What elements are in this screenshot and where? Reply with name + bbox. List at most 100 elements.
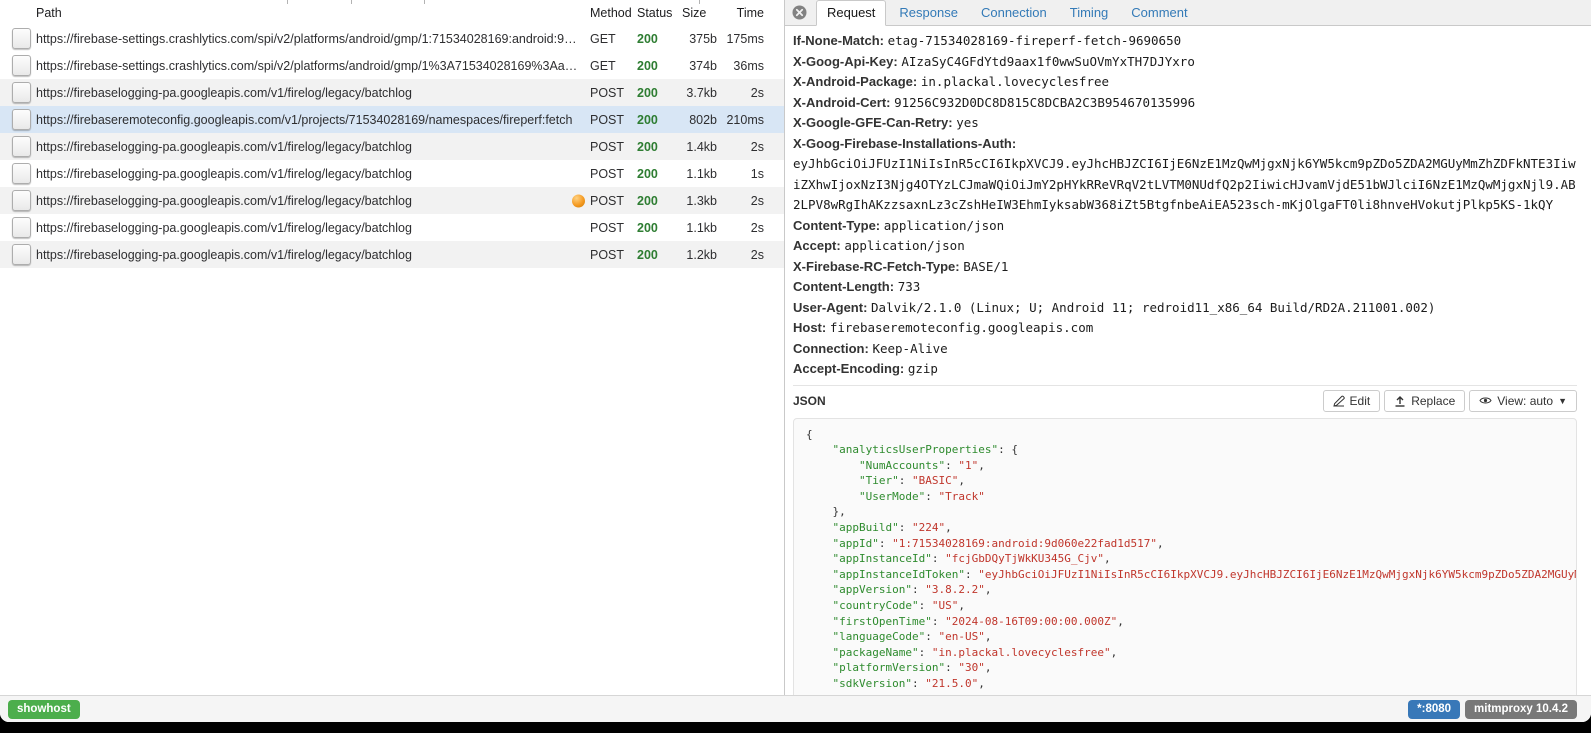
table-row[interactable]: https://firebaselogging-pa.googleapis.co… xyxy=(0,79,784,106)
table-row[interactable]: https://firebaselogging-pa.googleapis.co… xyxy=(0,133,784,160)
header-line: X-Firebase-RC-Fetch-Type: BASE/1 xyxy=(793,257,1577,278)
json-string: "21.5.0" xyxy=(925,677,978,690)
flow-size: 802b xyxy=(676,113,722,127)
json-string: "in.plackal.lovecyclesfree" xyxy=(932,646,1111,659)
flow-icon-cell xyxy=(0,55,36,76)
version-badge: mitmproxy 10.4.2 xyxy=(1465,700,1577,719)
table-row[interactable]: https://firebase-settings.crashlytics.co… xyxy=(0,52,784,79)
mitmweb-window: Path Method Status Size Time https://fir… xyxy=(0,0,1591,722)
column-header-method[interactable]: Method xyxy=(585,6,632,20)
table-row[interactable]: https://firebaselogging-pa.googleapis.co… xyxy=(0,214,784,241)
close-icon[interactable] xyxy=(792,5,807,20)
header-name: Content-Length: xyxy=(793,279,894,294)
flow-size: 374b xyxy=(676,59,722,73)
tab-timing[interactable]: Timing xyxy=(1060,1,1119,25)
flow-time: 36ms xyxy=(722,59,784,73)
table-row[interactable]: https://firebaselogging-pa.googleapis.co… xyxy=(0,241,784,268)
flow-status: 200 xyxy=(632,59,676,73)
flow-size: 375b xyxy=(676,32,722,46)
json-key: "appVersion" xyxy=(833,583,912,596)
header-line: X-Android-Cert: 91256C932D0DC8D815C8DCBA… xyxy=(793,93,1577,114)
column-resize-tick xyxy=(424,0,425,4)
json-line: "appInstanceIdToken": "eyJhbGciOiJFUzI1N… xyxy=(806,567,1564,583)
json-key: "firstOpenTime" xyxy=(833,615,932,628)
json-key: "appBuild" xyxy=(833,521,899,534)
flow-path: https://firebaselogging-pa.googleapis.co… xyxy=(36,221,585,235)
header-name: X-Goog-Api-Key: xyxy=(793,54,898,69)
header-line: Content-Length: 733 xyxy=(793,277,1577,298)
column-header-time[interactable]: Time xyxy=(722,6,784,20)
header-name: X-Goog-Firebase-Installations-Auth: xyxy=(793,136,1016,151)
document-icon xyxy=(12,163,31,184)
json-line: "languageCode": "en-US", xyxy=(806,629,1564,645)
json-key: "appInstanceIdToken" xyxy=(833,568,965,581)
json-line: }, xyxy=(806,504,1564,520)
header-name: User-Agent: xyxy=(793,300,867,315)
json-line: "Tier": "BASIC", xyxy=(806,473,1564,489)
flow-method: POST xyxy=(585,113,632,127)
json-key: "platformVersion" xyxy=(833,661,946,674)
tab-response[interactable]: Response xyxy=(889,1,968,25)
table-row[interactable]: https://firebaseremoteconfig.googleapis.… xyxy=(0,106,784,133)
tab-request[interactable]: Request xyxy=(816,0,886,26)
column-header-path[interactable]: Path xyxy=(36,6,585,20)
flow-method: POST xyxy=(585,248,632,262)
json-line: "countryCode": "US", xyxy=(806,598,1564,614)
flow-method: GET xyxy=(585,32,632,46)
flow-path: https://firebase-settings.crashlytics.co… xyxy=(36,32,585,46)
flow-list-panel: Path Method Status Size Time https://fir… xyxy=(0,0,785,695)
header-line: Host: firebaseremoteconfig.googleapis.co… xyxy=(793,318,1577,339)
edit-button[interactable]: Edit xyxy=(1323,390,1381,412)
edit-button-label: Edit xyxy=(1350,394,1371,408)
detail-body[interactable]: If-None-Match: etag-71534028169-fireperf… xyxy=(785,26,1591,695)
header-value: AIzaSyC4GFdYtd9aax1f0wwSuOVmYxTH7DJYxro xyxy=(901,54,1195,69)
column-header-size[interactable]: Size xyxy=(676,6,722,20)
view-mode-button[interactable]: View: auto ▼ xyxy=(1469,390,1577,412)
column-header-status[interactable]: Status xyxy=(632,6,676,20)
flow-method: POST xyxy=(585,86,632,100)
header-name: X-Android-Package: xyxy=(793,74,917,89)
header-line: X-Goog-Firebase-Installations-Auth: eyJh… xyxy=(793,134,1577,216)
header-name: X-Android-Cert: xyxy=(793,95,891,110)
flow-size: 1.1kb xyxy=(676,167,722,181)
header-value: eyJhbGciOiJFUzI1NiIsInR5cCI6IkpXVCJ9.eyJ… xyxy=(793,156,1576,212)
header-line: Connection: Keep-Alive xyxy=(793,339,1577,360)
flow-status: 200 xyxy=(632,113,676,127)
tab-comment[interactable]: Comment xyxy=(1121,1,1197,25)
tab-connection[interactable]: Connection xyxy=(971,1,1057,25)
table-row[interactable]: https://firebaselogging-pa.googleapis.co… xyxy=(0,160,784,187)
flow-table-header: Path Method Status Size Time xyxy=(0,0,784,25)
header-value: Dalvik/2.1.0 (Linux; U; Android 11; redr… xyxy=(871,300,1435,315)
flow-icon-cell xyxy=(0,163,36,184)
json-line: "NumAccounts": "1", xyxy=(806,458,1564,474)
flow-time: 2s xyxy=(722,140,784,154)
header-name: Host: xyxy=(793,320,826,335)
header-line: X-Google-GFE-Can-Retry: yes xyxy=(793,113,1577,134)
header-name: Connection: xyxy=(793,341,869,356)
body-section: JSON Edit Replace xyxy=(793,385,1577,696)
table-row[interactable]: https://firebase-settings.crashlytics.co… xyxy=(0,25,784,52)
flow-method: POST xyxy=(585,194,632,208)
json-string: "1" xyxy=(958,459,978,472)
json-key: "NumAccounts" xyxy=(859,459,945,472)
flow-status: 200 xyxy=(632,248,676,262)
header-line: X-Goog-Api-Key: AIzaSyC4GFdYtd9aax1f0wwS… xyxy=(793,52,1577,73)
flow-status: 200 xyxy=(632,140,676,154)
header-value: application/json xyxy=(844,238,964,253)
table-row[interactable]: https://firebaselogging-pa.googleapis.co… xyxy=(0,187,784,214)
pencil-icon xyxy=(1333,395,1345,407)
json-key: "countryCode" xyxy=(833,599,919,612)
header-line: User-Agent: Dalvik/2.1.0 (Linux; U; Andr… xyxy=(793,298,1577,319)
flow-status: 200 xyxy=(632,167,676,181)
json-line: { xyxy=(806,427,1564,443)
flow-time: 2s xyxy=(722,248,784,262)
replace-button[interactable]: Replace xyxy=(1384,390,1465,412)
json-line: "appInstanceId": "fcjGbDQyTjWkKU345G_Cjv… xyxy=(806,551,1564,567)
header-value: 91256C932D0DC8D815C8DCBA2C3B954670135996 xyxy=(894,95,1195,110)
header-line: If-None-Match: etag-71534028169-fireperf… xyxy=(793,31,1577,52)
header-name: Accept-Encoding: xyxy=(793,361,904,376)
header-line: Content-Type: application/json xyxy=(793,216,1577,237)
flow-icon-cell xyxy=(0,28,36,49)
json-key: "sdkVersion" xyxy=(833,677,912,690)
json-body[interactable]: { "analyticsUserProperties": { "NumAccou… xyxy=(793,418,1577,696)
